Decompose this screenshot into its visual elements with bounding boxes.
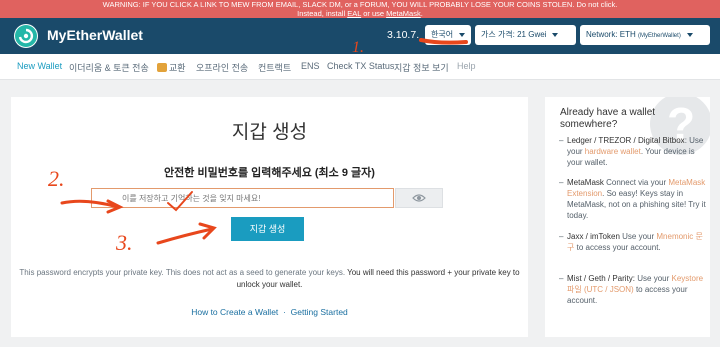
underline-stroke — [419, 38, 468, 45]
annotation-2: 2. — [48, 166, 65, 191]
handwritten-annotations: 1. 2. 3. — [48, 38, 468, 255]
checkmark-icon — [167, 191, 193, 212]
annotation-1: 1. — [352, 39, 364, 56]
annotation-3: 3. — [115, 230, 133, 255]
